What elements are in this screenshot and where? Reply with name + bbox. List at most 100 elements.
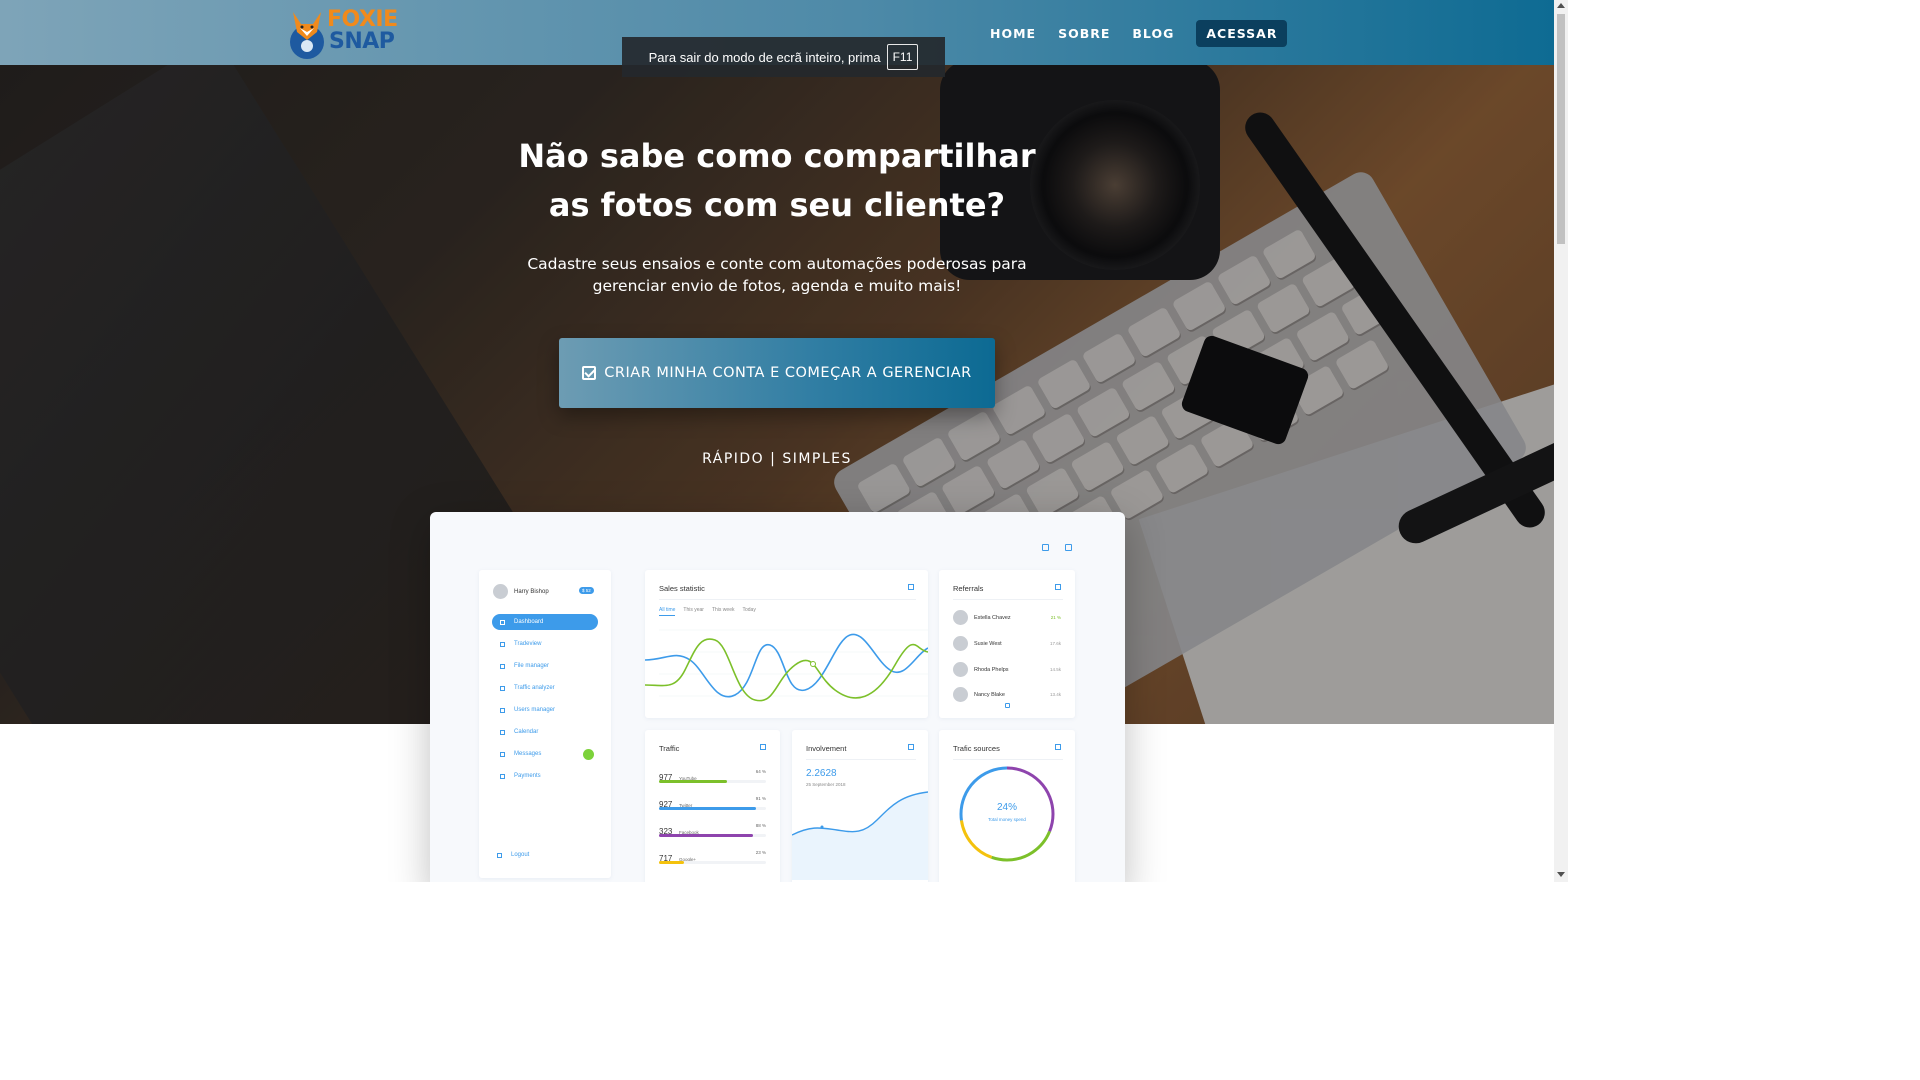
scrollbar-thumb[interactable] — [1557, 14, 1565, 244]
nav-about-link[interactable]: SOBRE — [1058, 26, 1110, 41]
create-account-label: CRIAR MINHA CONTA E COMEÇAR A GERENCIAR — [604, 365, 972, 381]
logout-link: Logout — [497, 852, 529, 858]
hero-headline-line2: as fotos com seu cliente? — [548, 186, 1006, 224]
messages-count-badge — [583, 749, 594, 760]
tab-this-week: This week — [711, 607, 735, 613]
card-menu-icon — [760, 744, 766, 750]
analytics-icon — [500, 685, 505, 691]
list-item: Rhoda Phelps 14.5k — [953, 662, 1061, 677]
hero-subheadline: Cadastre seus ensaios e conte com automa… — [0, 253, 1554, 297]
nav-login-button[interactable]: ACESSAR — [1196, 19, 1288, 47]
avatar — [953, 610, 968, 625]
avatar — [953, 636, 968, 651]
messages-icon — [500, 751, 505, 757]
file-icon — [500, 663, 505, 669]
list-item: Nancy Blake 13.4k — [953, 687, 1061, 702]
payments-icon — [500, 773, 505, 779]
fullscreen-notice-text: Para sair do modo de ecrã inteiro, prima — [648, 49, 881, 65]
traffic-card: Traffic 977 YouTube 64 % 927 Twitter 91 % 32… — [645, 730, 780, 882]
avatar — [953, 662, 968, 677]
sales-statistic-card: Sales statistic All time This year This … — [645, 570, 928, 718]
hero-subheadline-line1: Cadastre seus ensaios e conte com automa… — [527, 255, 1027, 273]
hero-subheadline-line2: gerenciar envio de fotos, agenda e muito… — [592, 277, 962, 295]
card-menu-icon — [908, 744, 914, 750]
window-icon — [1065, 544, 1072, 551]
checkbox-icon — [582, 366, 597, 380]
traffic-sources-card: Trafic sources 24% Total money spend — [939, 730, 1075, 882]
involvement-value: 2.2628 — [806, 768, 837, 779]
sidebar-item-users-manager: Users manager — [492, 702, 598, 718]
fullscreen-notice: Para sair do modo de ecrã inteiro, prima… — [622, 37, 945, 77]
involvement-area-chart — [792, 791, 928, 880]
sales-line-chart — [645, 629, 928, 702]
brand-word-2: SNAP — [329, 29, 395, 54]
fullscreen-key-badge: F11 — [886, 44, 919, 70]
sidebar-item-calendar: Calendar — [492, 724, 598, 740]
scroll-up-arrow-icon[interactable] — [1557, 3, 1565, 8]
card-menu-icon — [908, 584, 914, 590]
calendar-icon — [500, 729, 505, 735]
sales-statistic-title: Sales statistic — [659, 584, 705, 593]
progress-track — [659, 861, 766, 864]
avatar — [493, 584, 508, 599]
divider — [806, 759, 916, 760]
window-icon — [1042, 544, 1049, 551]
sidebar-item-tradeview: Tradeview — [492, 636, 598, 652]
card-menu-icon — [1055, 744, 1061, 750]
sidebar-item-file-manager: File manager — [492, 658, 598, 674]
involvement-card: Involvement 2.2628 25 September 2018 — [792, 730, 928, 882]
divider — [659, 599, 916, 600]
create-account-button[interactable]: CRIAR MINHA CONTA E COMEÇAR A GERENCIAR — [559, 338, 995, 408]
nav-blog-link[interactable]: BLOG — [1132, 26, 1174, 41]
fox-logo-icon — [290, 12, 324, 59]
traffic-row: 927 Twitter 91 % — [659, 796, 766, 810]
dashboard-sidebar: Harry Bishop $ 52 Dashboard Tradeview Fi… — [479, 570, 611, 878]
tab-this-year: This year — [683, 607, 704, 613]
progress-fill — [659, 834, 754, 837]
progress-fill — [659, 861, 684, 864]
donut-chart — [959, 766, 1055, 862]
tab-all-time: All time — [659, 607, 676, 616]
hero-headline-line1: Não sabe como compartilhar — [518, 137, 1036, 175]
hero-tagline: RÁPIDO | SIMPLES — [702, 451, 852, 467]
main-nav: HOME SOBRE BLOG ACESSAR — [990, 19, 1288, 47]
traffic-row: 323 Facebook 88 % — [659, 823, 766, 837]
involvement-title: Involvement — [806, 744, 847, 753]
referrals-title: Referrals — [953, 584, 984, 593]
logout-icon — [497, 852, 502, 858]
traffic-row: 717 Google+ 23 % — [659, 850, 766, 864]
divider — [953, 759, 1063, 760]
progress-track — [659, 780, 766, 783]
progress-fill — [659, 807, 757, 810]
tab-today: Today — [742, 607, 756, 613]
list-item: Susie West 17.6k — [953, 636, 1061, 651]
hero-headline: Não sabe como compartilhar as fotos com … — [0, 132, 1554, 230]
card-menu-icon — [1055, 584, 1061, 590]
list-item: Estella Chavez 21 % — [953, 610, 1061, 625]
sales-tabs: All time This year This week Today — [659, 607, 764, 616]
scroll-down-arrow-icon[interactable] — [1557, 872, 1565, 877]
progress-track — [659, 807, 766, 810]
user-balance-badge: $ 52 — [579, 587, 594, 594]
progress-track — [659, 834, 766, 837]
progress-fill — [659, 780, 728, 783]
traffic-sources-caption: Total money spend — [988, 817, 1026, 822]
brand-logo[interactable]: FOXIE SNAP — [287, 6, 402, 60]
page-scrollbar[interactable] — [1554, 0, 1568, 882]
traffic-sources-percent: 24% — [996, 802, 1017, 813]
traffic-row: 977 YouTube 64 % — [659, 769, 766, 783]
traffic-sources-title: Trafic sources — [953, 744, 1000, 753]
referrals-card: Referrals Estella Chavez 21 % Susie West 1… — [939, 570, 1075, 718]
tradeview-icon — [500, 641, 505, 647]
involvement-date: 25 September 2018 — [806, 782, 846, 787]
dashboard-icon — [500, 619, 505, 625]
sidebar-item-dashboard: Dashboard — [492, 614, 598, 630]
sidebar-item-traffic-analyzer: Traffic analyzer — [492, 680, 598, 696]
nav-home-link[interactable]: HOME — [990, 26, 1036, 41]
traffic-title: Traffic — [659, 744, 680, 753]
avatar — [953, 687, 968, 702]
user-name: Harry Bishop — [514, 588, 549, 595]
user-profile: Harry Bishop — [493, 584, 549, 599]
users-icon — [500, 707, 505, 713]
traffic-sources-donut: 24% Total money spend — [957, 764, 1057, 864]
